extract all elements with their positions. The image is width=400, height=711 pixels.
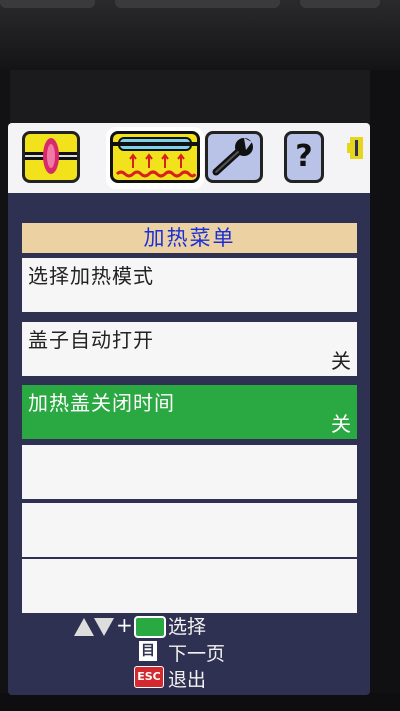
menu-item-empty[interactable]: [22, 559, 357, 613]
menu-item-value: 关: [331, 349, 351, 373]
tab-tools[interactable]: [205, 131, 263, 183]
menu-item-empty[interactable]: [22, 445, 357, 499]
ok-key-icon: [134, 616, 166, 638]
tab-fusion[interactable]: [22, 131, 80, 183]
hardware-button[interactable]: [115, 0, 280, 8]
wrench-icon: [212, 138, 253, 176]
menu-item-value: 关: [331, 412, 351, 436]
menu-item-label: 选择加热模式: [28, 264, 154, 288]
hardware-button[interactable]: [0, 0, 95, 8]
menu-item-lid-auto-open[interactable]: 盖子自动打开 关: [22, 322, 357, 376]
menu-item-label: 加热盖关闭时间: [28, 391, 175, 415]
device-screen: ? 加热菜单 选择加热模式 盖子自动打开 关 加热盖关闭时间 关 + 选择 目 …: [8, 123, 370, 695]
device-bezel-bottom: [0, 693, 400, 711]
battery-icon: [347, 137, 363, 159]
device-bezel-top: [0, 0, 400, 70]
tab-bar: ?: [8, 123, 370, 193]
menu-title: 加热菜单: [22, 223, 357, 253]
up-down-arrows-icon: [74, 618, 114, 636]
menu-item-heating-mode[interactable]: 选择加热模式: [22, 258, 357, 312]
page-key-icon: 目: [139, 641, 157, 661]
hardware-button[interactable]: [300, 0, 380, 8]
menu-item-lid-close-time[interactable]: 加热盖关闭时间 关: [22, 385, 357, 439]
heater-icon: [113, 137, 197, 178]
key-hint-footer: + 选择 目 下一页 ESC 退出: [8, 611, 370, 695]
menu-item-empty[interactable]: [22, 503, 357, 557]
fusion-splice-icon: [25, 138, 77, 174]
menu-item-label: 盖子自动打开: [28, 328, 154, 352]
esc-key-icon: ESC: [134, 666, 164, 688]
exit-hint: 退出: [168, 669, 207, 691]
tab-help[interactable]: ?: [284, 131, 324, 183]
help-icon: ?: [295, 139, 313, 174]
device-bezel-right: [370, 70, 400, 711]
plus-sign: +: [116, 613, 133, 637]
select-hint: 选择: [168, 616, 207, 638]
tab-heater[interactable]: [110, 131, 200, 183]
next-page-hint: 下一页: [168, 643, 226, 665]
